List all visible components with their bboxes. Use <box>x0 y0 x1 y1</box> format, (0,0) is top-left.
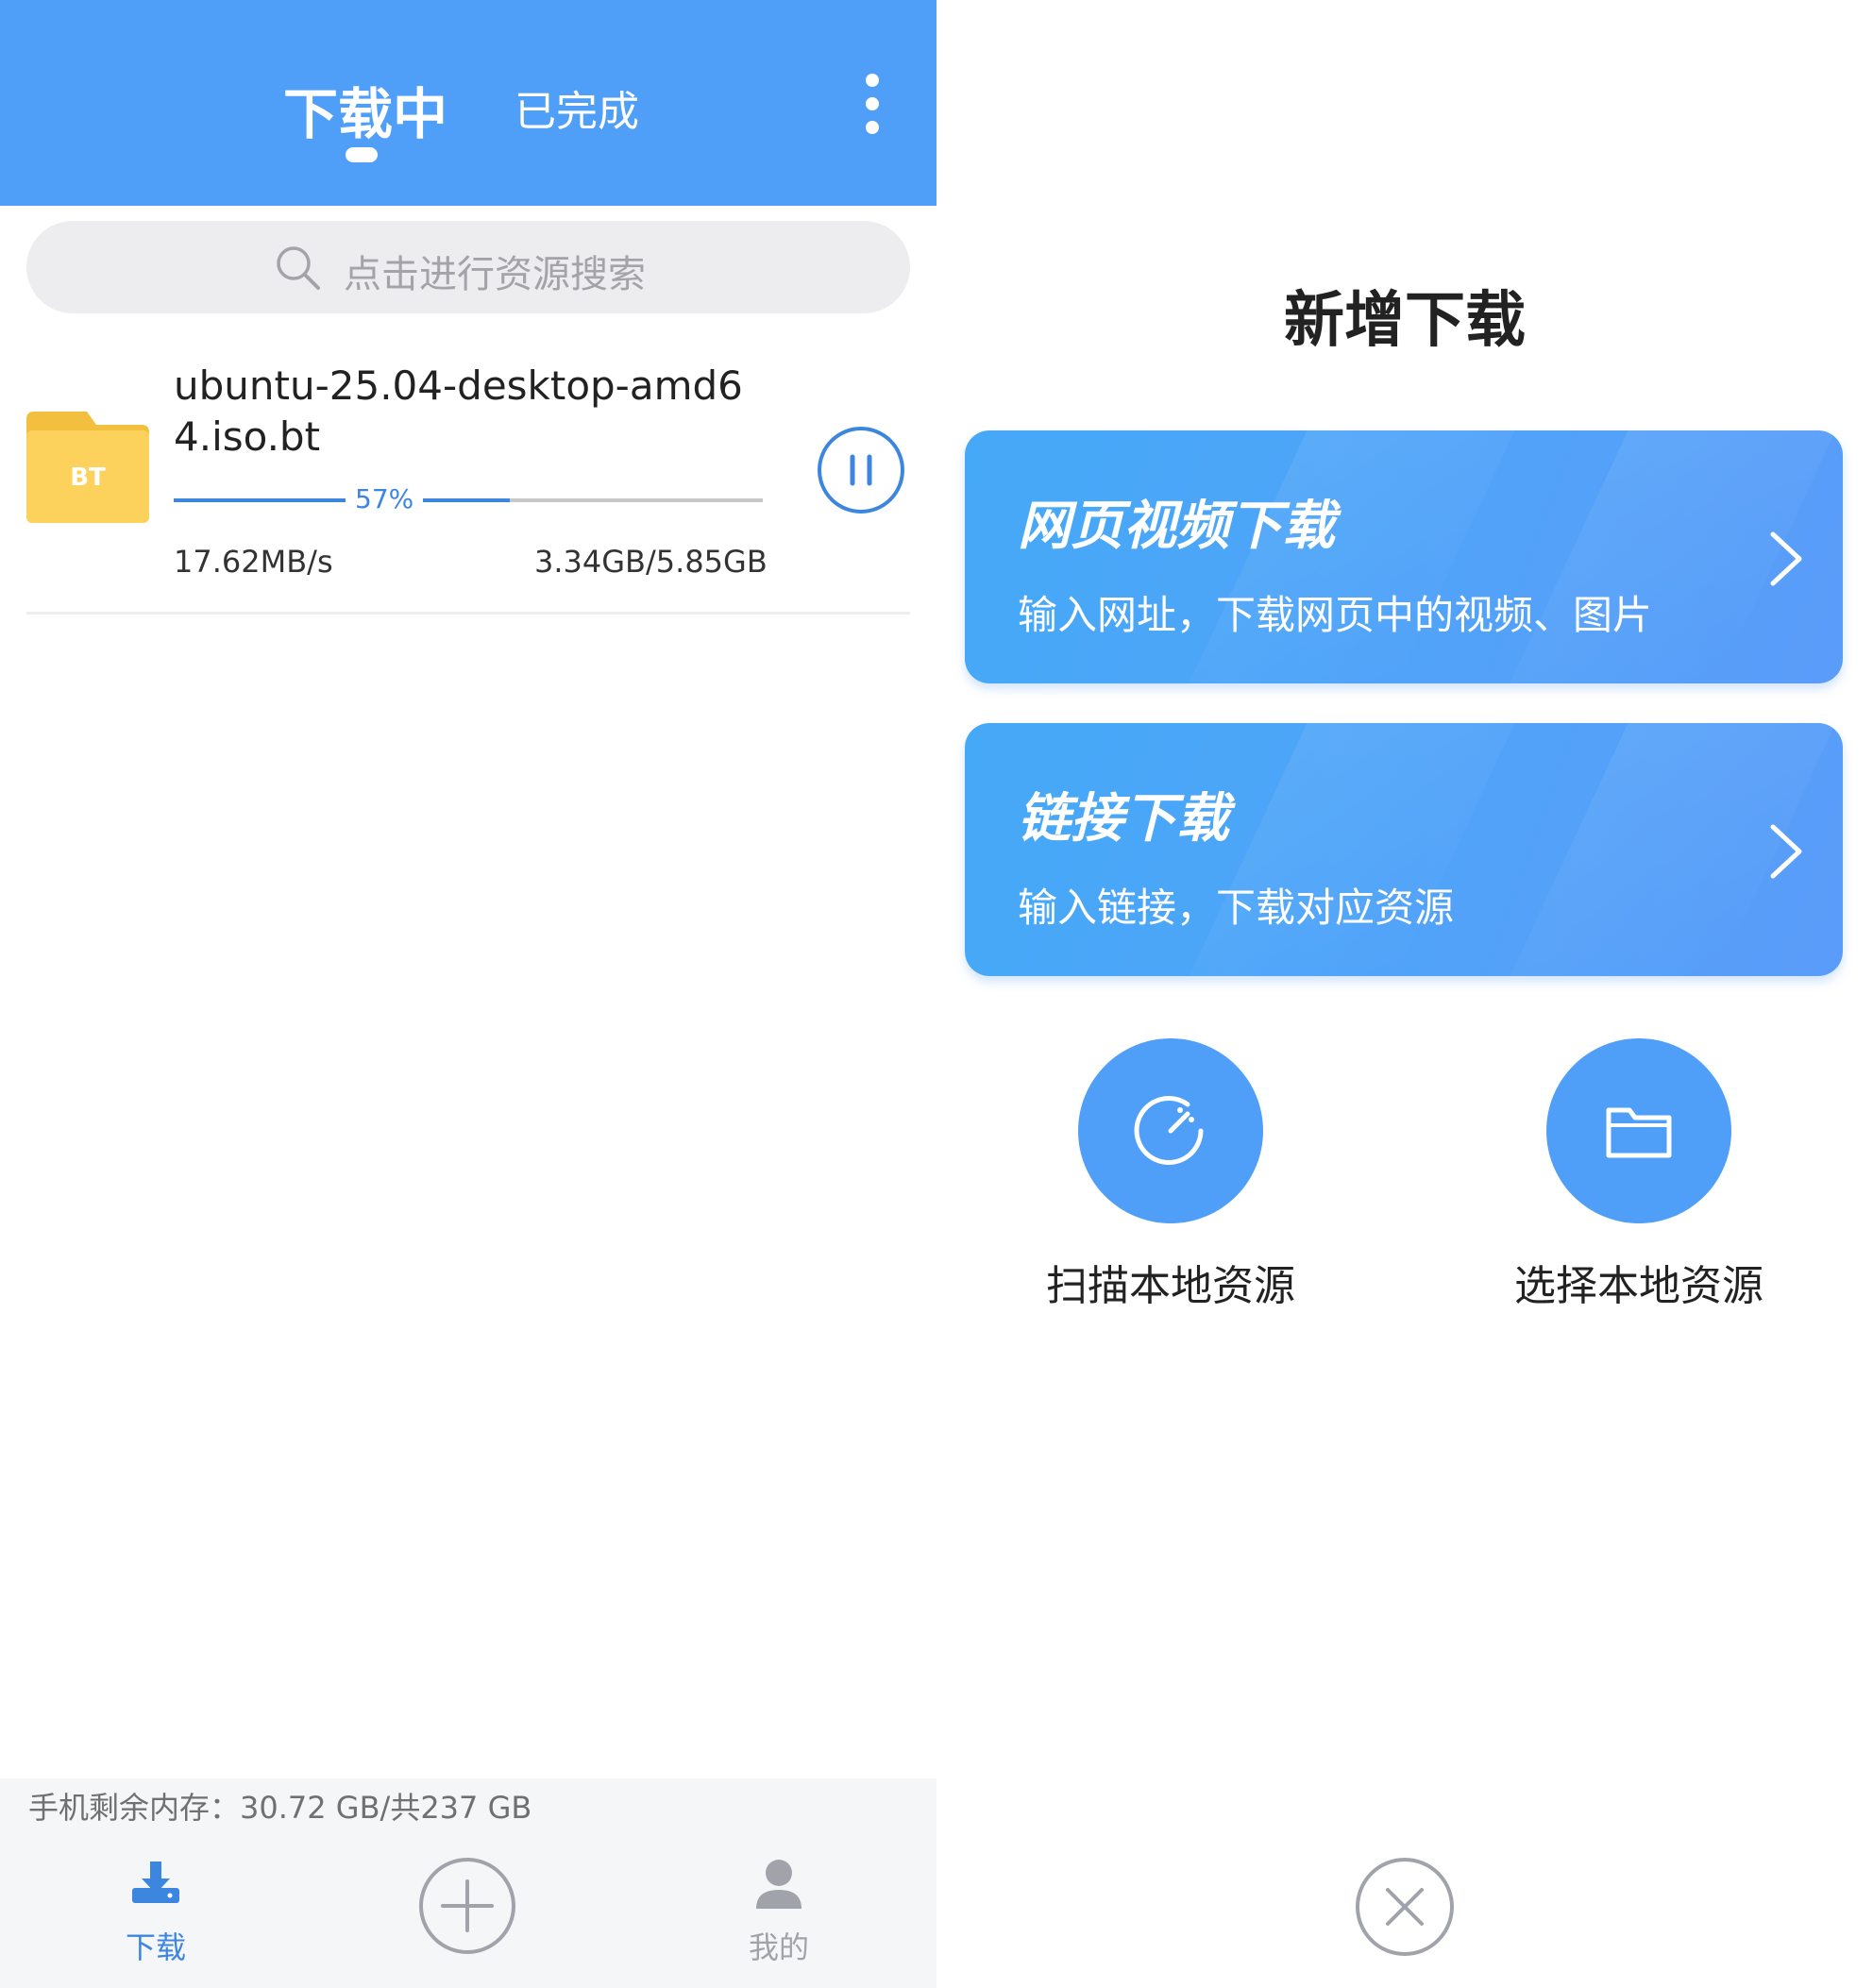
sheet-title: 新增下载 <box>1284 286 1526 356</box>
bt-folder-icon: BT <box>26 412 149 523</box>
tab-downloading[interactable]: 下载中 <box>283 70 447 149</box>
card-description: 输入网址，下载网页中的视频、图片 <box>1018 592 1653 638</box>
new-download-sheet: 新增下载 网页视频下载 输入网址，下载网页中的视频、图片 链接下载 输入链接，下… <box>936 0 1873 1988</box>
size-progress: 3.34GB/5.85GB <box>534 544 768 580</box>
more-vertical-icon[interactable] <box>854 74 890 134</box>
folder-icon <box>1606 1107 1672 1158</box>
file-name: ubuntu-25.04-desktop-amd64.iso.bt <box>174 362 743 460</box>
downloads-screen: 下载中 已完成 点击进行资源搜索 BT ubuntu-25.04-desktop… <box>0 0 936 1988</box>
search-icon <box>277 246 320 290</box>
web-video-download-card[interactable]: 网页视频下载 输入网址，下载网页中的视频、图片 <box>965 430 1843 683</box>
nav-mine[interactable]: 我的 <box>736 1856 821 1969</box>
progress-fill <box>174 498 510 502</box>
active-tab-indicator <box>346 147 378 162</box>
nav-mine-label: 我的 <box>748 1929 809 1965</box>
card-title: 网页视频下载 <box>1018 496 1335 557</box>
plus-circle-icon[interactable] <box>417 1856 517 1956</box>
scan-local-label: 扫描本地资源 <box>1046 1262 1295 1310</box>
search-bar[interactable]: 点击进行资源搜索 <box>26 221 910 313</box>
link-download-card[interactable]: 链接下载 输入链接，下载对应资源 <box>965 723 1843 976</box>
progress-bar <box>174 498 763 502</box>
select-local-label: 选择本地资源 <box>1514 1262 1763 1310</box>
progress-percent: 57% <box>346 483 424 514</box>
card-description: 输入链接，下载对应资源 <box>1018 884 1455 931</box>
scan-local-button[interactable] <box>1078 1038 1263 1223</box>
chevron-right-icon <box>1770 824 1802 879</box>
close-circle-icon[interactable] <box>1354 1856 1456 1958</box>
tab-completed[interactable]: 已完成 <box>515 77 639 138</box>
download-item[interactable]: BT ubuntu-25.04-desktop-amd64.iso.bt 57%… <box>26 345 910 615</box>
download-speed: 17.62MB/s <box>174 544 333 580</box>
header-bar: 下载中 已完成 <box>0 0 936 206</box>
select-local-button[interactable] <box>1546 1038 1731 1223</box>
nav-download[interactable]: 下载 <box>113 1856 198 1969</box>
pause-icon[interactable] <box>816 425 906 515</box>
card-decoration <box>1189 723 1515 976</box>
user-icon <box>756 1860 802 1909</box>
file-badge: BT <box>70 463 106 492</box>
search-placeholder: 点击进行资源搜索 <box>344 253 646 296</box>
download-tray-icon <box>132 1862 179 1903</box>
chevron-right-icon <box>1770 531 1802 586</box>
scan-icon <box>1134 1096 1204 1165</box>
storage-info: 手机剩余内存：30.72 GB/共237 GB <box>28 1790 532 1826</box>
card-title: 链接下载 <box>1018 788 1229 850</box>
nav-download-label: 下载 <box>125 1929 186 1965</box>
